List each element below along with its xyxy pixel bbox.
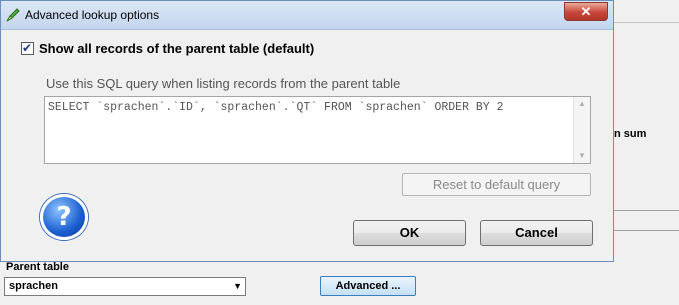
ok-button[interactable]: OK (353, 220, 466, 246)
pencil-leaf-icon (6, 8, 20, 22)
sql-query-text[interactable]: SELECT `sprachen`.`ID`, `sprachen`.`QT` … (48, 100, 571, 116)
close-icon: ✕ (580, 4, 592, 19)
reset-default-query-button[interactable]: Reset to default query (402, 173, 591, 196)
parent-table-value: sprachen (9, 280, 58, 292)
question-mark-icon[interactable]: ? (40, 194, 88, 240)
background-text: n sum (614, 128, 647, 140)
scroll-up-arrow-icon[interactable]: ▲ (574, 97, 590, 111)
divider (614, 210, 679, 211)
sql-query-textarea[interactable]: SELECT `sprachen`.`ID`, `sprachen`.`QT` … (44, 96, 591, 164)
title-bar[interactable]: Advanced lookup options (1, 1, 613, 30)
sql-query-label: Use this SQL query when listing records … (46, 76, 401, 91)
cancel-button[interactable]: Cancel (480, 220, 593, 246)
scroll-down-arrow-icon[interactable]: ▼ (574, 149, 590, 163)
chevron-down-icon: ▼ (233, 281, 242, 291)
divider (614, 22, 679, 23)
advanced-button[interactable]: Advanced ... (320, 276, 416, 296)
parent-table-label: Parent table (6, 261, 69, 273)
parent-table-select[interactable]: sprachen ▼ (4, 277, 246, 296)
vertical-scrollbar[interactable]: ▲ ▼ (573, 97, 590, 163)
dialog-title: Advanced lookup options (25, 8, 160, 22)
checkmark-icon: ✔ (22, 41, 33, 55)
close-button[interactable]: ✕ (564, 2, 608, 21)
divider (614, 230, 679, 231)
show-all-checkbox[interactable]: ✔ (21, 41, 34, 55)
advanced-lookup-dialog: Advanced lookup options ✕ ✔ Show all rec… (0, 0, 614, 262)
show-all-label[interactable]: Show all records of the parent table (de… (39, 41, 314, 56)
